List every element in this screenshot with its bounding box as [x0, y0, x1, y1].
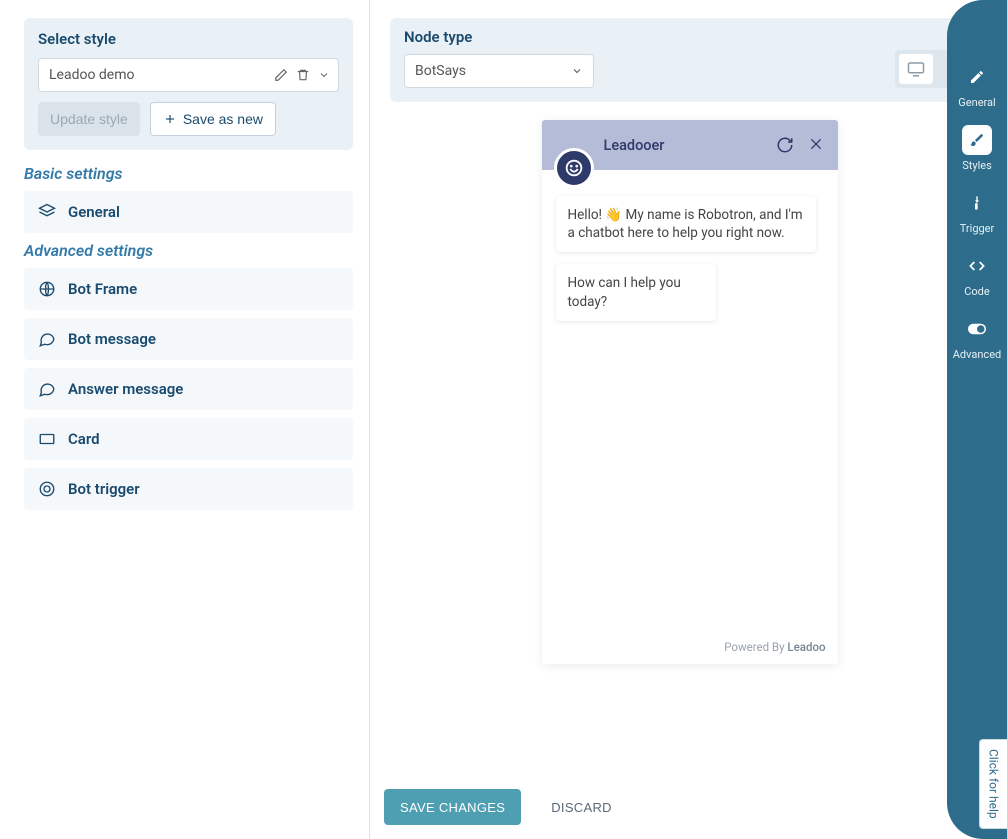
select-style-panel: Select style Leadoo demo Upda: [24, 18, 353, 150]
pencil-icon[interactable]: [274, 68, 288, 82]
rail-label: Code: [964, 285, 989, 298]
setting-item-bot-trigger[interactable]: Bot trigger: [24, 468, 353, 510]
rail-label: Trigger: [960, 222, 994, 235]
setting-item-answer-message[interactable]: Answer message: [24, 368, 353, 410]
right-rail: General Styles Trigger Code Advanced: [947, 0, 1007, 839]
pointer-icon: [962, 188, 992, 218]
rail-item-trigger[interactable]: Trigger: [952, 188, 1002, 235]
rail-label: General: [958, 96, 995, 109]
node-type-value: BotSays: [415, 63, 466, 79]
bot-avatar-icon: [554, 148, 594, 188]
setting-item-general[interactable]: General: [24, 191, 353, 233]
node-type-title: Node type: [404, 28, 594, 46]
advanced-settings-title: Advanced settings: [24, 241, 353, 260]
save-as-new-button[interactable]: Save as new: [150, 102, 276, 136]
setting-item-label: Answer message: [68, 380, 183, 398]
chat-message: Hello! 👋 My name is Robotron, and I'm a …: [556, 196, 816, 252]
setting-item-bot-frame[interactable]: Bot Frame: [24, 268, 353, 310]
close-icon[interactable]: [808, 136, 824, 154]
chevron-down-icon: [571, 65, 583, 77]
card-icon: [36, 430, 58, 448]
discard-button[interactable]: DISCARD: [551, 800, 612, 815]
chat-message: How can I help you today?: [556, 264, 716, 320]
paint-icon: [962, 125, 992, 155]
chat-preview: Leadooer Hello! 👋 My name is Rob: [390, 120, 989, 839]
refresh-icon[interactable]: [776, 136, 794, 154]
bottom-actions: SAVE CHANGES DISCARD: [370, 775, 947, 839]
basic-settings-title: Basic settings: [24, 164, 353, 183]
powered-by-brand: Leadoo: [787, 640, 825, 654]
setting-item-card[interactable]: Card: [24, 418, 353, 460]
chat-title: Leadooer: [604, 137, 776, 154]
rail-item-general[interactable]: General: [952, 62, 1002, 109]
help-tab[interactable]: Click for help: [979, 739, 1007, 829]
rail-item-code[interactable]: Code: [952, 251, 1002, 298]
save-changes-button[interactable]: SAVE CHANGES: [384, 789, 521, 825]
chat-window: Leadooer Hello! 👋 My name is Rob: [542, 120, 838, 664]
select-style-title: Select style: [38, 30, 339, 48]
style-select[interactable]: Leadoo demo: [38, 58, 339, 92]
powered-by-prefix: Powered By: [724, 640, 787, 654]
setting-item-label: General: [68, 203, 120, 221]
style-select-value: Leadoo demo: [49, 67, 274, 83]
plus-icon: [163, 112, 177, 126]
rail-label: Advanced: [953, 348, 1001, 361]
rail-label: Styles: [962, 159, 992, 172]
setting-item-label: Bot trigger: [68, 480, 140, 498]
target-icon: [36, 480, 58, 498]
chat-icon: [36, 380, 58, 398]
rail-item-advanced[interactable]: Advanced: [952, 314, 1002, 361]
chat-header: Leadooer: [542, 120, 838, 170]
chat-icon: [36, 330, 58, 348]
chevron-down-icon[interactable]: [318, 69, 330, 81]
node-type-bar: Node type BotSays: [390, 18, 989, 102]
layers-icon: [36, 203, 58, 221]
toggle-icon: [962, 314, 992, 344]
setting-item-label: Bot message: [68, 330, 156, 348]
node-type-select[interactable]: BotSays: [404, 54, 594, 88]
pencil-icon: [962, 62, 992, 92]
code-icon: [962, 251, 992, 281]
update-style-button: Update style: [38, 102, 140, 136]
setting-item-label: Bot Frame: [68, 280, 137, 298]
rail-item-styles[interactable]: Styles: [952, 125, 1002, 172]
trash-icon[interactable]: [296, 68, 310, 82]
setting-item-label: Card: [68, 430, 100, 448]
setting-item-bot-message[interactable]: Bot message: [24, 318, 353, 360]
chat-body: Hello! 👋 My name is Robotron, and I'm a …: [542, 170, 838, 632]
globe-icon: [36, 280, 58, 298]
desktop-view-button[interactable]: [899, 54, 933, 84]
chat-footer: Powered By Leadoo: [542, 632, 838, 664]
